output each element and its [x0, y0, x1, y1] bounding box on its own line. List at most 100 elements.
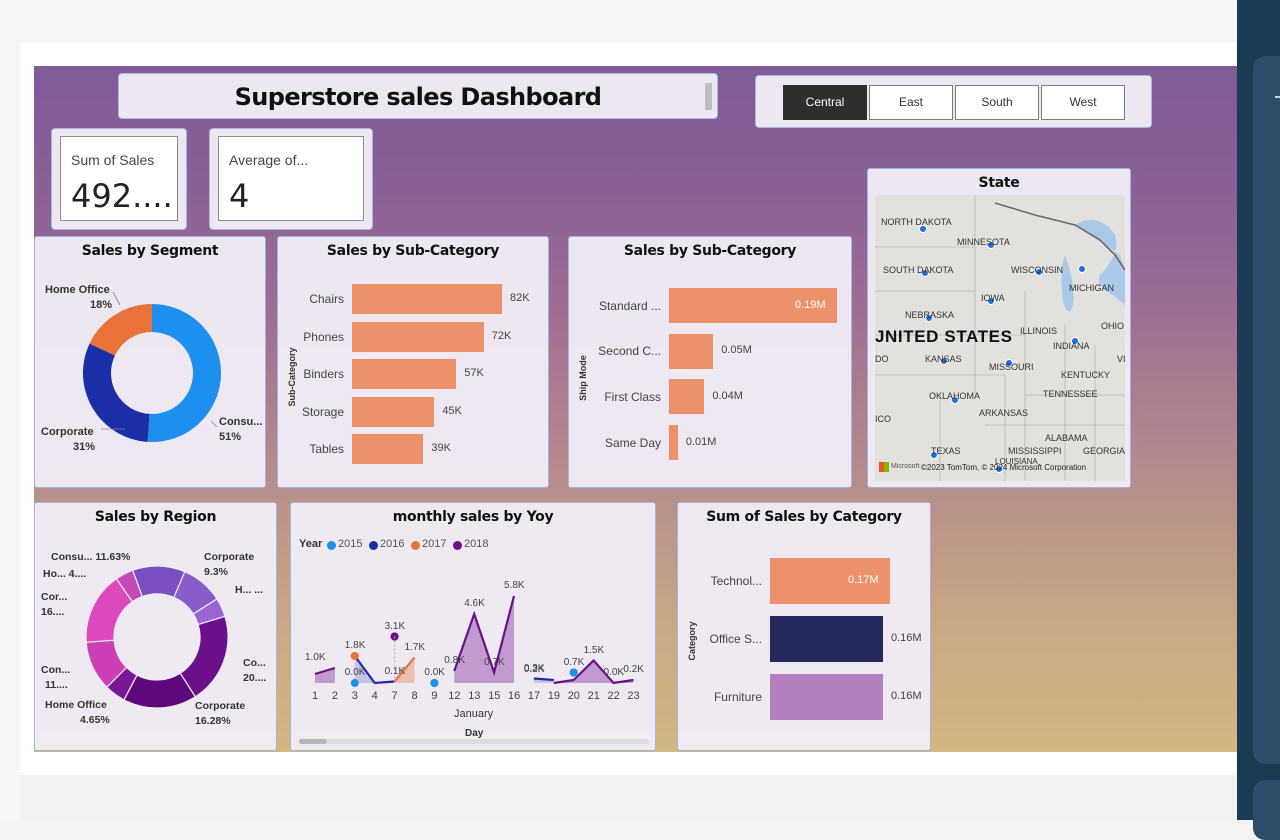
map-label: MISSOURI [989, 362, 1034, 372]
sales-by-region-card[interactable]: Sales by Region Consu... 11.63% Corporat… [34, 502, 277, 751]
bar-category-label: Same Day [604, 435, 661, 450]
map-label: WISCONSIN [1011, 265, 1064, 275]
bar[interactable] [669, 333, 714, 369]
region-label: Con... [41, 664, 71, 676]
data-label: 0.0K [603, 667, 625, 678]
sales-by-category-card[interactable]: Sum of Sales by Category Category Techno… [677, 502, 931, 751]
monthly-sales-card[interactable]: monthly sales by Yoy Year 2015 2016 2017 20… [290, 502, 656, 751]
x-tick-label: 22 [607, 690, 620, 702]
map-attribution[interactable]: ©2023 TomTom, © 2024 Microsoft Corporati… [921, 463, 1086, 472]
leader-line [210, 420, 218, 428]
region-label: Home Office [45, 699, 107, 711]
bar-category-label: Chairs [309, 292, 344, 306]
region-donut-chart[interactable] [35, 503, 278, 752]
x-axis-title: Day [465, 728, 484, 739]
region-button-west[interactable]: West [1041, 85, 1125, 120]
map-logo-text: Microsoft [891, 463, 920, 470]
bar[interactable] [352, 284, 502, 314]
chart-title: Sales by Sub-Category [623, 243, 797, 259]
x-tick-label: 12 [448, 690, 461, 702]
segment-slice[interactable] [147, 304, 221, 442]
bar[interactable] [352, 321, 484, 352]
kpi-label: Sum of Sales [71, 152, 155, 168]
bar-category-label: Binders [303, 367, 344, 381]
region-label: 11.... [45, 679, 68, 691]
map-label: SOUTH DAKOTA [883, 265, 954, 275]
kpi-value: 492.... [71, 177, 173, 215]
bar[interactable] [352, 359, 457, 389]
map-label: ICO [875, 414, 892, 424]
series-point[interactable] [569, 668, 578, 677]
data-label: 1.5K [583, 644, 605, 656]
bar[interactable] [669, 379, 705, 415]
report-canvas: Superstore sales Dashboard Central East … [34, 66, 1237, 752]
filters-pane[interactable] [1253, 56, 1280, 764]
chart-title: State [978, 175, 1020, 191]
region-button-central[interactable]: Central [783, 85, 867, 120]
kpi-sum-of-sales[interactable]: Sum of Sales 492.... [51, 128, 187, 230]
bar[interactable] [352, 396, 435, 427]
map-label: OKLAHOMA [929, 391, 981, 401]
bar-value-label: 0.16M [890, 632, 922, 644]
kpi-value: 4 [229, 177, 250, 215]
horizontal-scrollbar[interactable] [299, 739, 649, 744]
segment-slice[interactable] [89, 304, 152, 356]
state-map-card[interactable]: State NORTH DAKOTA MINNESOTA SOUTH DAKOT… [867, 168, 1131, 488]
bar-category-label: Office S... [709, 632, 762, 646]
bar[interactable] [770, 616, 883, 662]
x-tick-label: 9 [431, 690, 438, 702]
map-label: INDIANA [1053, 341, 1090, 351]
series-point[interactable] [350, 679, 359, 687]
x-tick-label: 7 [391, 690, 398, 702]
bar[interactable] [352, 434, 424, 464]
segment-label-home-office: Home Office [45, 284, 110, 296]
region-button-east[interactable]: East [869, 85, 953, 120]
title-scrollbar[interactable] [705, 83, 712, 110]
map-label: MINNESOTA [957, 237, 1010, 247]
region-label: 16.... [41, 606, 65, 618]
top-toolbar [20, 0, 1236, 44]
bar-category-label: Furniture [713, 690, 762, 704]
region-label: H... ... [235, 584, 264, 596]
region-label: Consu... 11.63% [51, 551, 131, 563]
bar-category-label: Technol... [710, 574, 762, 588]
map-label: NORTH DAKOTA [881, 217, 952, 227]
x-tick-label: 3 [351, 690, 358, 702]
region-label: 16.28% [195, 715, 231, 727]
map-label: OHIO [1101, 321, 1125, 331]
region-label: Co... [243, 657, 266, 669]
series-point[interactable] [430, 679, 439, 687]
x-tick-label: 17 [527, 690, 541, 702]
data-label: 3.1K [384, 620, 406, 632]
region-label: Corporate [195, 700, 246, 712]
region-button-south[interactable]: South [955, 85, 1039, 120]
sales-by-subcategory-card[interactable]: Sales by Sub-Category Sub-Category Chair… [277, 236, 549, 488]
segment-pct-corporate: 31% [73, 441, 96, 453]
map-label: ARKANSAS [979, 408, 1029, 418]
data-label: 0.2K [523, 664, 545, 675]
segment-pct-consumer: 51% [219, 431, 242, 443]
series-point[interactable] [350, 652, 359, 660]
collapse-chevron-icon[interactable] [1275, 96, 1280, 98]
data-label: 1.7K [404, 641, 426, 653]
sales-by-segment-card[interactable]: Sales by Segment Home Office 18% Consu..… [34, 236, 266, 488]
data-label: 4.6K [464, 598, 485, 609]
map-label: ALABAMA [1045, 433, 1088, 443]
segment-donut-chart[interactable] [35, 237, 267, 489]
bar[interactable] [770, 674, 883, 720]
x-tick-label: 21 [587, 690, 600, 702]
bar-value-label: 0.01M [685, 435, 717, 448]
x-tick-label: 4 [371, 690, 378, 702]
x-tick-label: 15 [488, 690, 501, 702]
bar[interactable] [669, 425, 678, 461]
sales-by-shipmode-card[interactable]: Sales by Sub-Category Ship Mode Standard… [568, 236, 852, 488]
scrollbar-thumb[interactable] [299, 739, 327, 744]
region-label: 4.65% [80, 714, 110, 726]
state-map[interactable]: NORTH DAKOTA MINNESOTA SOUTH DAKOTA WISC… [875, 195, 1125, 481]
map-label: NEBRASKA [905, 310, 955, 320]
series-line[interactable] [533, 677, 554, 682]
kpi-average[interactable]: Average of... 4 [209, 128, 373, 230]
pane-tab[interactable] [1253, 780, 1280, 840]
bar-value-label: 72K [491, 329, 512, 342]
map-location-dot[interactable] [1078, 265, 1086, 273]
